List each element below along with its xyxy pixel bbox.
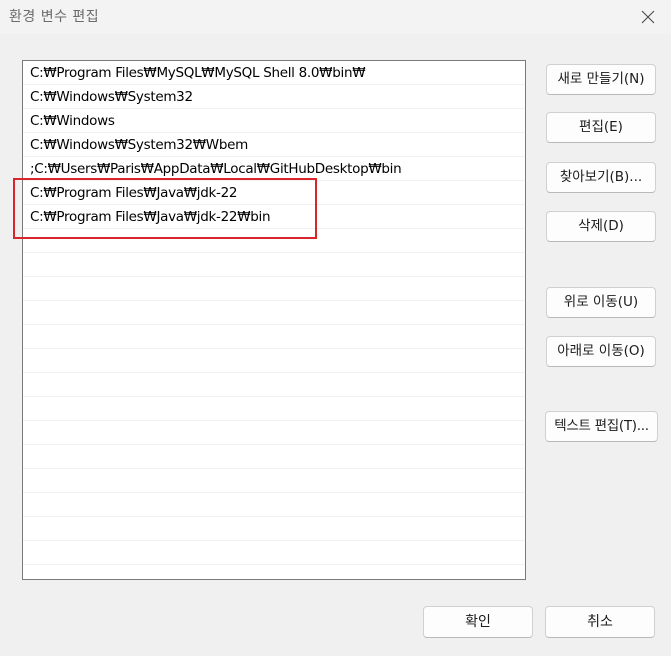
list-item[interactable]: C:₩Windows₩System32₩Wbem	[23, 133, 525, 157]
list-item-empty[interactable]	[23, 493, 525, 517]
edit-button[interactable]: 편집(E)	[546, 112, 656, 143]
browse-button[interactable]: 찾아보기(B)...	[546, 162, 656, 193]
list-item[interactable]: C:₩Windows₩System32	[23, 85, 525, 109]
list-item-empty[interactable]	[23, 517, 525, 541]
list-item-empty[interactable]	[23, 445, 525, 469]
list-item[interactable]: C:₩Program Files₩MySQL₩MySQL Shell 8.0₩b…	[23, 61, 525, 85]
edit-environment-variable-dialog: 환경 변수 편집 C:₩Program Files₩MySQL₩MySQL Sh…	[0, 0, 671, 656]
list-item[interactable]: C:₩Windows	[23, 109, 525, 133]
list-item-empty[interactable]	[23, 301, 525, 325]
ok-button[interactable]: 확인	[423, 606, 533, 638]
new-button[interactable]: 새로 만들기(N)	[546, 64, 656, 95]
move-up-button[interactable]: 위로 이동(U)	[546, 287, 656, 318]
list-item-empty[interactable]	[23, 469, 525, 493]
cancel-button[interactable]: 취소	[545, 606, 655, 638]
list-item-empty[interactable]	[23, 541, 525, 565]
list-item-empty[interactable]	[23, 373, 525, 397]
close-button[interactable]	[625, 0, 671, 34]
list-item-empty[interactable]	[23, 349, 525, 373]
title-bar: 환경 변수 편집	[0, 0, 671, 34]
window-title: 환경 변수 편집	[9, 9, 100, 25]
list-item-empty[interactable]	[23, 397, 525, 421]
list-item-empty[interactable]	[23, 253, 525, 277]
list-item-empty[interactable]	[23, 565, 525, 579]
move-down-button[interactable]: 아래로 이동(O)	[546, 336, 656, 367]
delete-button[interactable]: 삭제(D)	[546, 211, 656, 242]
edit-text-button[interactable]: 텍스트 편집(T)...	[545, 411, 658, 442]
highlight-annotation-box	[13, 178, 317, 239]
list-item-empty[interactable]	[23, 325, 525, 349]
list-item-empty[interactable]	[23, 277, 525, 301]
path-listbox[interactable]: C:₩Program Files₩MySQL₩MySQL Shell 8.0₩b…	[22, 60, 526, 580]
close-icon	[641, 10, 655, 24]
list-item-empty[interactable]	[23, 421, 525, 445]
